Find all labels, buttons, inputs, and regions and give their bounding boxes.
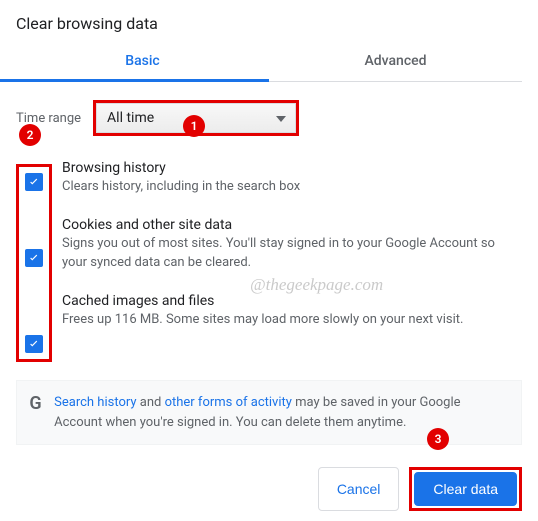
dialog-actions: Cancel Clear data [16, 467, 522, 521]
option-desc: Frees up 116 MB. Some sites may load mor… [62, 311, 522, 330]
google-icon: G [29, 393, 42, 414]
option-title: Cached images and files [62, 293, 522, 309]
option-desc: Signs you out of most sites. You'll stay… [62, 235, 522, 273]
clear-data-highlight: Clear data [409, 467, 522, 511]
time-range-row: Time range All time [16, 100, 522, 136]
annotation-badge-1: 1 [183, 115, 205, 137]
option-cookies: Cookies and other site data Signs you ou… [62, 217, 522, 273]
checkbox-cookies[interactable] [25, 249, 43, 267]
options-list: Browsing history Clears history, includi… [62, 158, 522, 362]
dialog-title: Clear browsing data [16, 0, 522, 43]
option-title: Browsing history [62, 160, 522, 176]
options-area: Browsing history Clears history, includi… [16, 158, 522, 362]
clear-browsing-data-dialog: Clear browsing data Basic Advanced Time … [0, 0, 538, 521]
link-search-history[interactable]: Search history [54, 395, 136, 410]
checkbox-cached[interactable] [25, 335, 43, 353]
option-desc: Clears history, including in the search … [62, 178, 522, 197]
tab-advanced[interactable]: Advanced [269, 43, 522, 81]
link-other-activity[interactable]: other forms of activity [165, 395, 292, 410]
clear-data-button[interactable]: Clear data [414, 472, 517, 506]
checkbox-browsing-history[interactable] [25, 173, 43, 191]
time-range-label: Time range [16, 111, 81, 126]
annotation-badge-2: 2 [19, 124, 41, 146]
option-title: Cookies and other site data [62, 217, 522, 233]
tab-basic[interactable]: Basic [16, 43, 269, 81]
checkbox-column-highlight [16, 164, 52, 362]
annotation-badge-3: 3 [427, 428, 449, 450]
info-text: Search history and other forms of activi… [54, 393, 509, 432]
option-cached: Cached images and files Frees up 116 MB.… [62, 293, 522, 330]
option-browsing-history: Browsing history Clears history, includi… [62, 160, 522, 197]
cancel-button[interactable]: Cancel [318, 467, 400, 511]
tabs: Basic Advanced [16, 43, 522, 82]
